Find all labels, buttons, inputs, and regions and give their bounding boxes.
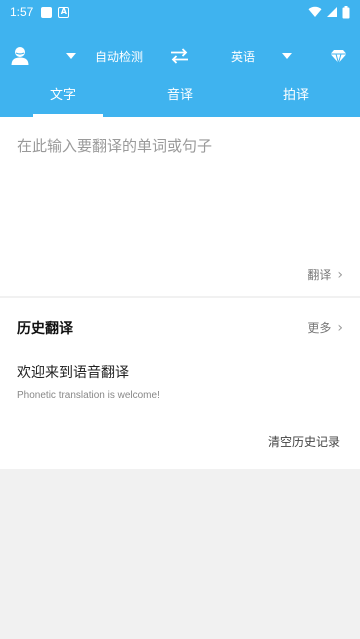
tab-transliteration[interactable]: 音译 <box>120 80 240 117</box>
status-time: 1:57 <box>10 5 34 19</box>
source-language-label: 自动检测 <box>95 49 144 64</box>
target-language-label: 英语 <box>231 49 256 64</box>
target-dropdown-icon <box>282 53 292 59</box>
battery-icon <box>342 5 350 18</box>
target-language-dropdown[interactable] <box>282 36 292 76</box>
chevron-right-icon: › <box>337 266 343 283</box>
avatar-button[interactable] <box>10 36 30 76</box>
signal-icon <box>327 7 337 17</box>
tab-text-label: 文字 <box>49 88 76 103</box>
history-entry-translation[interactable]: Phonetic translation is welcome! <box>17 390 160 401</box>
a-badge-icon: A <box>58 6 70 18</box>
history-title: 历史翻译 <box>17 321 73 337</box>
mode-tabs: 文字 音译 拍译 <box>0 80 360 117</box>
source-language-dropdown[interactable] <box>66 36 76 76</box>
clear-history-button[interactable]: 清空历史记录 <box>268 433 340 450</box>
vip-button[interactable] <box>330 36 347 76</box>
more-label: 更多 <box>307 321 332 335</box>
swap-icon <box>171 48 188 64</box>
status-bar: 1:57 A <box>0 0 360 24</box>
translate-label: 翻译 <box>307 268 332 282</box>
translate-button[interactable]: 翻译 › <box>307 266 343 283</box>
wifi-icon <box>308 6 322 18</box>
language-toolbar: 自动检测 英语 <box>0 36 360 76</box>
tab-transliteration-label: 音译 <box>166 88 193 103</box>
tab-photo[interactable]: 拍译 <box>236 80 356 117</box>
avatar-icon <box>11 47 29 65</box>
vip-diamond-icon <box>330 49 347 64</box>
app-square-icon <box>41 6 53 18</box>
history-more-button[interactable]: 更多 › <box>307 319 343 336</box>
history-entry-source[interactable]: 欢迎来到语音翻译 <box>17 362 129 382</box>
app-header: 1:57 A 自动检测 英语 文字 音译 拍译 <box>0 0 360 117</box>
history-section: 历史翻译 更多 › 欢迎来到语音翻译 Phonetic translation … <box>0 298 360 469</box>
translation-input-area[interactable]: 在此输入要翻译的单词或句子 翻译 › <box>0 117 360 296</box>
target-language-selector[interactable]: 英语 <box>231 36 255 76</box>
tab-text[interactable]: 文字 <box>3 80 123 117</box>
swap-languages-button[interactable] <box>170 36 189 76</box>
input-placeholder: 在此输入要翻译的单词或句子 <box>17 137 213 155</box>
tab-photo-label: 拍译 <box>282 88 309 103</box>
chevron-right-icon: › <box>337 319 343 336</box>
source-language-selector[interactable]: 自动检测 <box>95 36 143 76</box>
source-dropdown-icon <box>66 53 76 59</box>
